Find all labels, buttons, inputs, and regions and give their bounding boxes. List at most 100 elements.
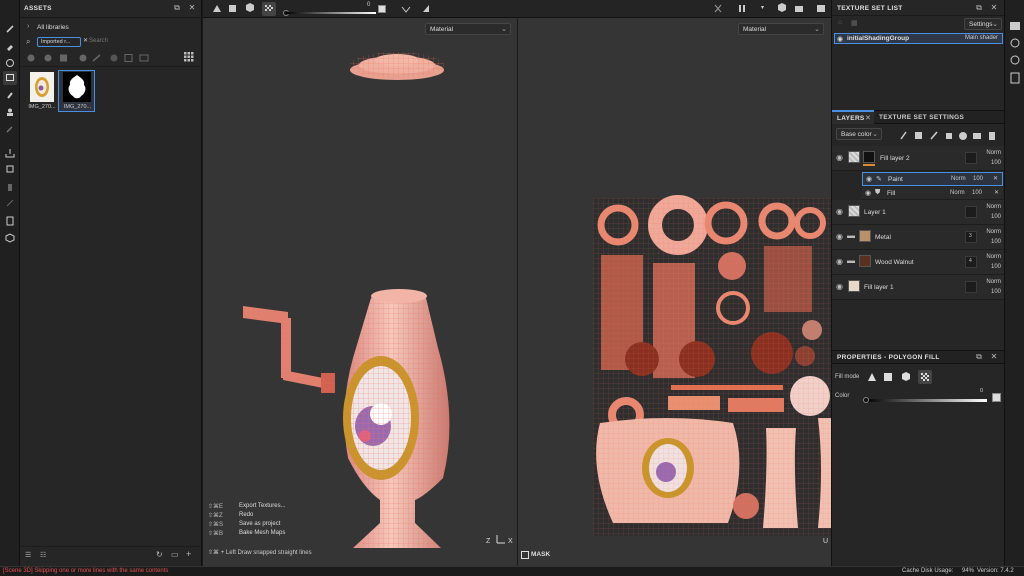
list-view-icon[interactable]: ☰: [25, 551, 31, 559]
layer-folder-row[interactable]: ◉ ▬ Wood Walnut 4 Norm 100: [832, 250, 1005, 275]
layer-row[interactable]: ◉ Fill layer 2 Norm 100: [832, 146, 1005, 171]
layer-thumbnail: [848, 205, 860, 217]
filter-chip[interactable]: Imported r...: [37, 37, 81, 47]
shortcut-list: ⇧⌘E Export Textures... ⇧⌘Z Redo ⇧⌘S Save as…: [208, 503, 368, 539]
clone-tool-icon[interactable]: [3, 105, 17, 119]
layer-blend-mode[interactable]: Norm: [986, 279, 1001, 285]
layer-blend-mode[interactable]: Norm: [986, 204, 1001, 210]
layer-folder-row[interactable]: ◉ ▬ Metal 3 Norm 100: [832, 225, 1005, 250]
polygon-fill-tool-icon[interactable]: [3, 71, 17, 85]
eye-icon: ◉: [865, 190, 872, 197]
effect-name: Paint: [888, 176, 903, 183]
close-icon[interactable]: ✕: [188, 4, 196, 12]
layer-row[interactable]: ◉ Fill layer 1 Norm 100: [832, 275, 1005, 300]
mask-toggle-icon[interactable]: [521, 551, 529, 559]
path-tool-icon[interactable]: [3, 196, 17, 210]
close-icon[interactable]: ✕: [990, 4, 998, 12]
add-fill-layer-icon: [946, 133, 952, 139]
eye-icon: ◉: [836, 207, 843, 216]
layer-opacity[interactable]: 100: [991, 289, 1001, 295]
paint-brush-tool-icon[interactable]: [3, 22, 17, 36]
eye-icon: ◉: [837, 36, 844, 43]
grid-view-icon[interactable]: [184, 52, 194, 62]
layer-row[interactable]: ◉ Layer 1 Norm 100: [832, 200, 1005, 225]
pin-icon[interactable]: ⌂: [838, 19, 842, 26]
symmetry-icon: [401, 6, 411, 13]
particle-filter-icon: [110, 54, 118, 62]
slider-value: 0: [367, 2, 371, 8]
asset-thumbnail[interactable]: IMG_270...: [27, 71, 57, 111]
layer-name: Fill layer 1: [864, 284, 894, 291]
projection-tool-icon[interactable]: [3, 56, 17, 70]
history-icon: [1010, 55, 1020, 65]
filter-chip-close-icon[interactable]: ✕: [83, 37, 88, 44]
image-filter-icon: [139, 54, 149, 62]
texture-set-shader: Main shader: [964, 35, 998, 41]
tab-texture-set-settings[interactable]: TEXTURE SET SETTINGS: [879, 114, 964, 121]
asset-thumbnail-selected[interactable]: IMG_270...: [58, 70, 95, 112]
axis-x-label: X: [508, 538, 513, 545]
scene-dropdown[interactable]: ▾: [761, 4, 764, 11]
measure-tool-icon[interactable]: [3, 214, 17, 228]
search-input[interactable]: Search: [89, 38, 189, 47]
undock-icon[interactable]: ⧉: [173, 4, 181, 12]
channel-dropdown[interactable]: Base color ⌄: [836, 128, 882, 140]
exposure-slider[interactable]: [286, 12, 376, 14]
shortcut-action: Redo: [239, 512, 254, 518]
chevron-right-icon[interactable]: ›: [27, 23, 29, 30]
log-icon: [1010, 72, 1020, 84]
lock-icon[interactable]: ▦: [851, 19, 858, 27]
reset-icon[interactable]: [378, 5, 386, 13]
close-icon[interactable]: ✕: [990, 353, 998, 361]
color-slider[interactable]: [865, 399, 987, 402]
texture-set-settings-dropdown[interactable]: Settings ⌄: [964, 18, 1002, 30]
add-asset-icon[interactable]: +: [186, 549, 191, 559]
cube-tool-icon[interactable]: [3, 231, 17, 245]
sort-icon[interactable]: ☷: [40, 551, 46, 559]
layer-blend-mode[interactable]: Norm: [986, 150, 1001, 156]
texture-set-row[interactable]: ◉ initialShadingGroup Main shader: [834, 33, 1003, 44]
layer-effect-row[interactable]: ◉ ✎ Paint Norm 100 ✕: [862, 172, 1003, 186]
refresh-icon[interactable]: ↻: [156, 550, 163, 559]
all-libraries-label[interactable]: All libraries: [37, 24, 69, 31]
layer-opacity[interactable]: 100: [991, 264, 1001, 270]
cache-label: Cache Disk Usage:: [902, 568, 954, 574]
smudge-tool-icon[interactable]: [3, 88, 17, 102]
layer-opacity[interactable]: 100: [991, 239, 1001, 245]
layer-blend-mode[interactable]: Norm: [986, 229, 1001, 235]
texture-set-name: initialShadingGroup: [847, 35, 910, 42]
effect-blend-mode[interactable]: Norm: [950, 190, 965, 196]
screenshot-icon: [817, 5, 825, 12]
effect-blend-mode[interactable]: Norm: [951, 176, 966, 182]
undock-icon[interactable]: ⧉: [975, 4, 983, 12]
layer-blend-mode[interactable]: Norm: [986, 254, 1001, 260]
assets-panel-title: ASSETS: [24, 5, 52, 12]
viewport-2d[interactable]: Material ⌄ MASK U: [518, 18, 831, 566]
color-picker-icon[interactable]: [992, 393, 1001, 402]
layer-effect-row[interactable]: ◉ ⛊ Fill Norm 100 ✕: [862, 187, 1003, 200]
layer-name: Metal: [875, 234, 891, 241]
viewport-3d[interactable]: Material ⌄ Z X ⇧⌘E Export Textures... ⇧⌘…: [203, 18, 517, 566]
layer-name: Layer 1: [864, 209, 886, 216]
color-slider-handle[interactable]: [863, 397, 869, 403]
geometry-mask-icon[interactable]: [3, 162, 17, 176]
triangle-fill-icon: [868, 373, 876, 381]
layer-opacity[interactable]: 100: [991, 214, 1001, 220]
layer-opacity[interactable]: 100: [991, 160, 1001, 166]
effect-opacity[interactable]: 100: [972, 190, 982, 196]
bake-tool-icon[interactable]: [3, 146, 17, 160]
color-picker-tool-icon[interactable]: [3, 122, 17, 136]
eraser-tool-icon[interactable]: [3, 40, 17, 54]
eye-icon: ◉: [836, 257, 843, 266]
polygon-fill-icon: [884, 373, 892, 381]
trash-tool-icon[interactable]: [3, 180, 17, 194]
effect-opacity[interactable]: 100: [973, 176, 983, 182]
status-message: [Scene 3D] Skipping one or more lines wi…: [3, 568, 169, 574]
texture-filter-icon: [60, 54, 67, 62]
eye-icon: ◉: [836, 232, 843, 241]
tab-layers[interactable]: LAYERS ✕: [832, 110, 874, 124]
folder-icon[interactable]: ▭: [171, 550, 179, 559]
undock-icon[interactable]: ⧉: [975, 353, 983, 361]
mesh-mode-icon: [246, 3, 254, 12]
asset-mask-preview: [63, 72, 91, 102]
